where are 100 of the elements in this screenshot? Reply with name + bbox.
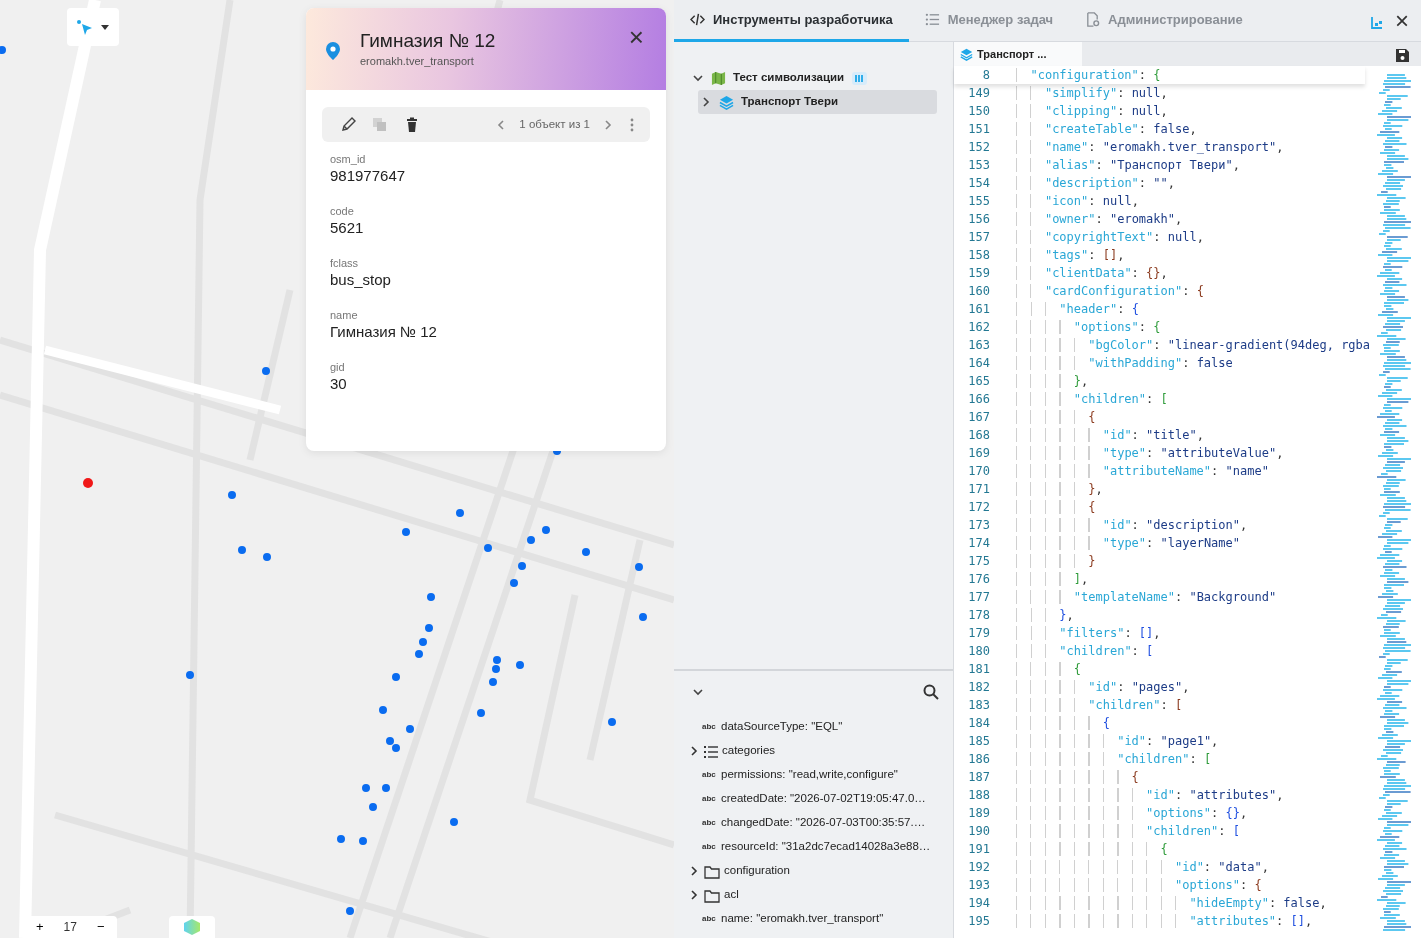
code-line: { — [1016, 408, 1096, 426]
line-number: 192 — [967, 859, 990, 876]
line-number: 194 — [967, 895, 990, 912]
save-icon — [1395, 47, 1409, 62]
copy-icon — [372, 117, 388, 134]
code-line: "description": "", — [1016, 174, 1175, 192]
line-number: 157 — [967, 229, 990, 246]
pencil-icon — [340, 117, 356, 134]
code-line: "name": "eromakh.tver_transport", — [1016, 138, 1284, 156]
line-number: 150 — [967, 103, 990, 120]
code-line: "id": "title", — [1016, 426, 1204, 444]
trash-icon — [404, 117, 420, 134]
line-number: 158 — [967, 247, 990, 264]
line-number: 189 — [967, 805, 990, 822]
line-number: 164 — [967, 355, 990, 372]
string-type-label: abc — [702, 914, 716, 923]
zoom-out-button[interactable]: − — [84, 916, 117, 938]
pager-text: 1 объект из 1 — [519, 116, 590, 132]
code-line: "configuration": { — [1016, 66, 1161, 84]
panel-tab[interactable]: Инструменты разработчика — [674, 0, 909, 42]
line-number: 176 — [967, 571, 990, 588]
code-line: } — [1016, 552, 1096, 570]
property-group[interactable]: acl — [724, 886, 739, 904]
code-line: { — [1016, 768, 1139, 786]
code-line: "createTable": false, — [1016, 120, 1197, 138]
code-line: "id": "data", — [1016, 858, 1269, 876]
line-number: 180 — [967, 643, 990, 660]
property-group[interactable]: categories — [722, 742, 776, 760]
select-tool-button[interactable] — [67, 8, 119, 46]
line-number: 175 — [967, 553, 990, 570]
string-type-label: abc — [702, 842, 716, 851]
field-value: 5621 — [330, 218, 365, 238]
line-number: 171 — [967, 481, 990, 498]
field-value: Гимназия № 12 — [330, 322, 438, 342]
line-number: 183 — [967, 697, 990, 714]
layer-badge-icon — [852, 71, 868, 85]
hierarchy-icon — [1369, 15, 1383, 30]
string-type-label: abc — [702, 818, 716, 827]
folder-icon — [704, 863, 720, 879]
layers-icon — [960, 47, 973, 61]
map-icon — [711, 70, 726, 86]
layers-icon — [719, 94, 734, 110]
zoom-level: 17 — [62, 919, 78, 936]
field-label: name — [330, 308, 359, 322]
hexagon-icon — [182, 918, 202, 936]
field-label: code — [330, 204, 355, 218]
code-line: "children": [ — [1016, 642, 1154, 660]
line-number: 170 — [967, 463, 990, 480]
code-line: "attributes": [], — [1016, 912, 1313, 930]
list-icon — [704, 743, 718, 759]
code-line: "header": { — [1016, 300, 1139, 318]
line-number: 181 — [967, 661, 990, 678]
code-line: "options": {}, — [1016, 804, 1248, 822]
code-line: "options": { — [1016, 876, 1262, 894]
property-group[interactable]: configuration — [724, 862, 790, 880]
code-line: { — [1016, 714, 1110, 732]
list-icon — [924, 12, 940, 27]
close-button[interactable]: × — [1389, 0, 1415, 42]
line-number: 162 — [967, 319, 990, 336]
string-type-label: abc — [702, 794, 716, 803]
code-line: }, — [1016, 606, 1074, 624]
basemap-button[interactable] — [169, 916, 215, 938]
field-label: osm_id — [330, 152, 367, 166]
zoom-in-button[interactable]: + — [24, 916, 56, 938]
code-line: "children": [ — [1016, 822, 1240, 840]
line-number: 159 — [967, 265, 990, 282]
line-number: 193 — [967, 877, 990, 894]
code-line: "tags": [], — [1016, 246, 1125, 264]
close-button[interactable]: × — [622, 24, 650, 50]
search-icon — [923, 683, 939, 700]
code-line: "bgColor": "linear-gradient(94deg, rgba — [1016, 336, 1371, 354]
line-number: 163 — [967, 337, 990, 354]
line-number: 154 — [967, 175, 990, 192]
line-number: 182 — [967, 679, 990, 696]
code-line: "withPadding": false — [1016, 354, 1233, 372]
code-line: "owner": "eromakh", — [1016, 210, 1183, 228]
code-icon — [690, 12, 705, 27]
code-line: "templateName": "Background" — [1016, 588, 1277, 606]
code-line: { — [1016, 660, 1082, 678]
cursor-icon — [76, 19, 92, 35]
tree-item[interactable]: Транспорт Твери — [698, 90, 937, 114]
code-line: "id": "description", — [1016, 516, 1248, 534]
code-line: "children": [ — [1016, 696, 1183, 714]
field-label: fclass — [330, 256, 360, 270]
code-line: "simplify": null, — [1016, 84, 1168, 102]
property-text: dataSourceType: "EQL" — [721, 719, 843, 735]
chevron-icon — [602, 119, 614, 132]
code-line: "hideEmpty": false, — [1016, 894, 1327, 912]
tree-item[interactable]: Тест символизации — [690, 66, 937, 90]
line-number: 168 — [967, 427, 990, 444]
line-number: 152 — [967, 139, 990, 156]
field-value: bus_stop — [330, 270, 392, 290]
line-number: 188 — [967, 787, 990, 804]
line-number: 179 — [967, 625, 990, 642]
file-tab[interactable]: Транспорт ... — [954, 42, 1082, 66]
code-line: "type": "layerName" — [1016, 534, 1240, 552]
card-title: Гимназия № 12 — [360, 30, 497, 53]
line-number: 195 — [967, 913, 990, 930]
folder-icon — [704, 887, 720, 903]
code-line: "id": "attributes", — [1016, 786, 1284, 804]
